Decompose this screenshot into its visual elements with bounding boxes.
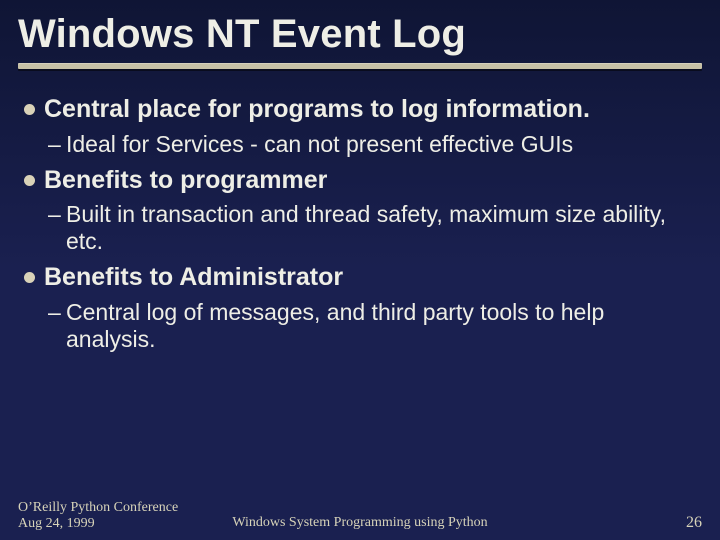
dash-icon: – <box>48 201 61 228</box>
footer-left-line1: O’Reilly Python Conference <box>18 500 178 516</box>
bullet-text: Central place for programs to log inform… <box>44 95 590 123</box>
page-number: 26 <box>686 514 702 532</box>
bullet-text: Benefits to Administrator <box>44 263 343 291</box>
dash-icon: – <box>48 131 61 158</box>
slide: Windows NT Event Log Central place for p… <box>0 0 720 540</box>
sub-bullet-text: Built in transaction and thread safety, … <box>66 201 666 254</box>
bullet-text: Benefits to programmer <box>44 166 327 194</box>
content-area: Central place for programs to log inform… <box>0 69 720 353</box>
bullet-item: Benefits to programmer <box>22 166 698 196</box>
sub-bullet-text: Central log of messages, and third party… <box>66 299 604 352</box>
slide-title: Windows NT Event Log <box>18 12 702 57</box>
footer-left: O’Reilly Python Conference Aug 24, 1999 <box>18 500 178 532</box>
sub-bullet-item: – Built in transaction and thread safety… <box>22 201 698 255</box>
bullet-icon <box>24 272 35 283</box>
sub-bullet-item: – Central log of messages, and third par… <box>22 299 698 353</box>
sub-bullet-item: – Ideal for Services - can not present e… <box>22 131 698 158</box>
bullet-item: Benefits to Administrator <box>22 263 698 293</box>
bullet-icon <box>24 104 35 115</box>
sub-bullet-text: Ideal for Services - can not present eff… <box>66 131 573 157</box>
footer-left-line2: Aug 24, 1999 <box>18 516 178 532</box>
bullet-icon <box>24 175 35 186</box>
title-area: Windows NT Event Log <box>0 0 720 69</box>
footer: O’Reilly Python Conference Aug 24, 1999 … <box>0 500 720 534</box>
footer-center: Windows System Programming using Python <box>232 515 487 531</box>
bullet-item: Central place for programs to log inform… <box>22 95 698 125</box>
dash-icon: – <box>48 299 61 326</box>
